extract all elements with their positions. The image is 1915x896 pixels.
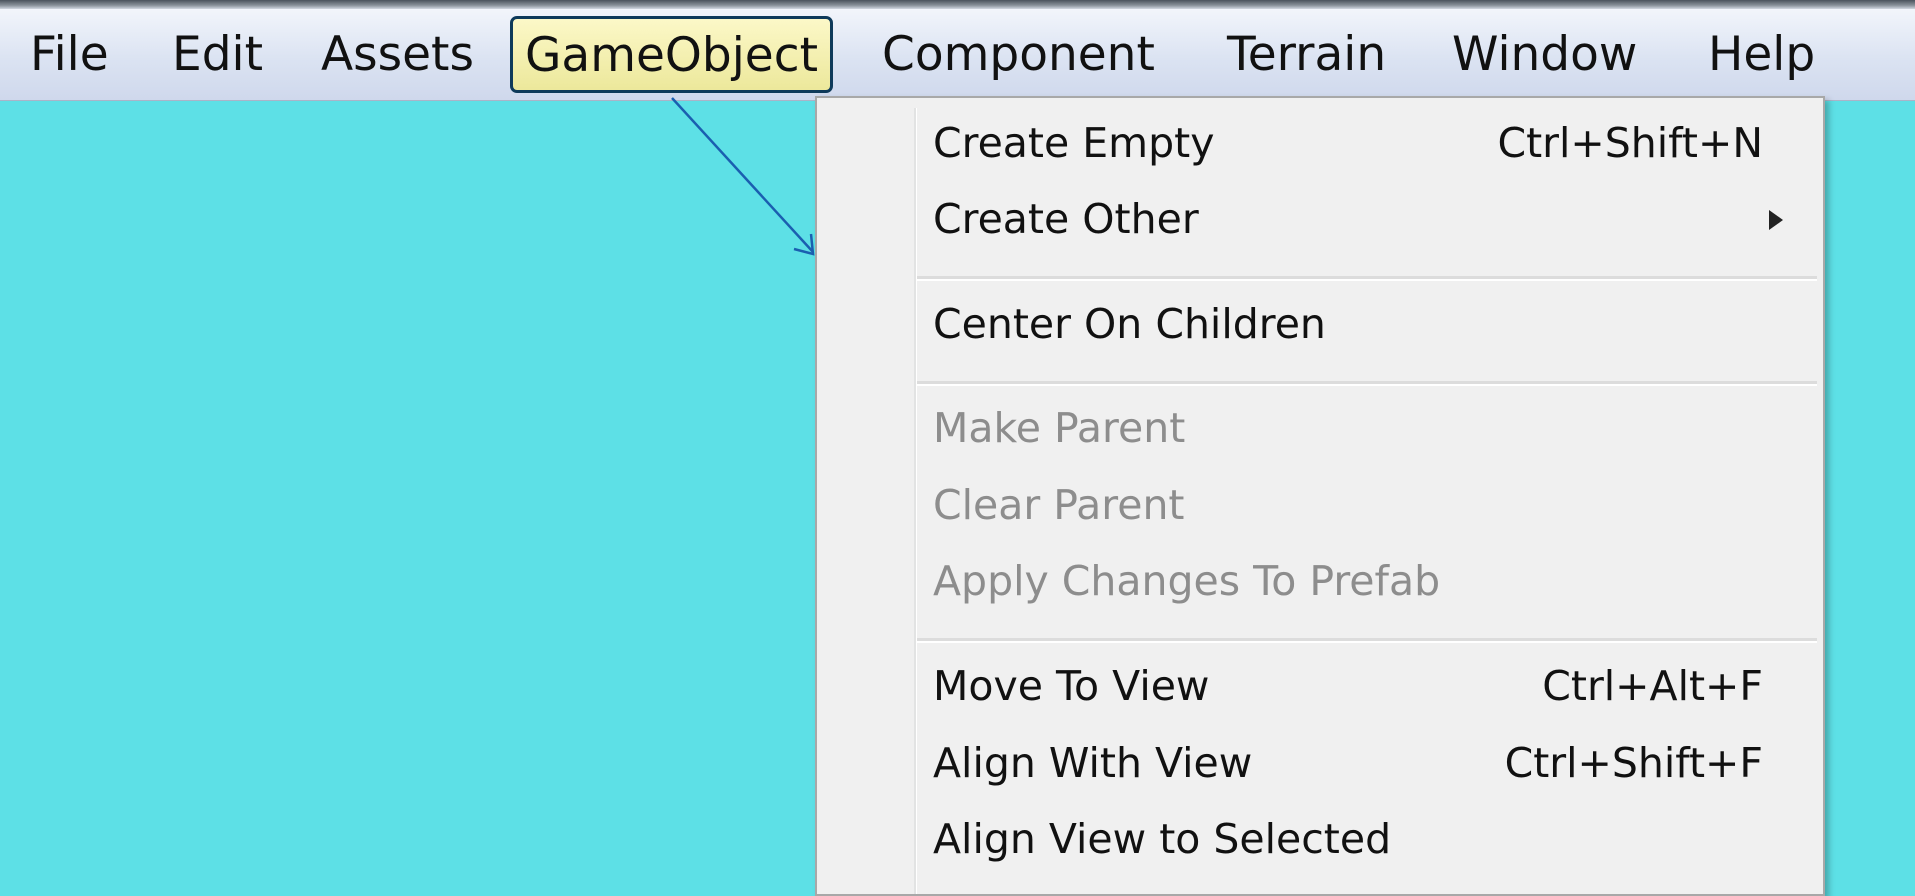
menu-assets[interactable]: Assets [321,9,474,100]
menu-item-apply-changes-to-prefab[interactable]: Apply Changes To Prefab [817,546,1823,616]
menu-item-create-other[interactable]: Create Other [817,184,1823,254]
menu-item-center-on-children[interactable]: Center On Children [817,289,1823,359]
menu-item-label: Make Parent [933,404,1186,452]
menu-item-make-parent[interactable]: Make Parent [817,393,1823,463]
menu-item-move-to-view[interactable]: Move To View Ctrl+Alt+F [817,651,1823,721]
menu-edit[interactable]: Edit [172,9,263,100]
window-title-strip [0,0,1915,9]
menu-item-align-view-to-selected[interactable]: Align View to Selected [817,804,1823,874]
menu-item-clear-parent[interactable]: Clear Parent [817,470,1823,540]
menu-item-label: Create Empty [933,119,1215,167]
menu-file[interactable]: File [30,9,109,100]
menu-bar: File Edit Assets GameObject Component Te… [0,9,1915,101]
menu-separator [917,276,1817,281]
menu-component[interactable]: Component [882,9,1155,100]
gameobject-dropdown-menu: Create Empty Ctrl+Shift+N Create Other C… [815,96,1825,896]
menu-item-shortcut: Ctrl+Alt+F [1542,662,1763,710]
menu-item-label: Align With View [933,739,1253,787]
menu-item-create-empty[interactable]: Create Empty Ctrl+Shift+N [817,108,1823,178]
menu-window[interactable]: Window [1452,9,1637,100]
menu-separator [917,381,1817,386]
menu-item-shortcut: Ctrl+Shift+F [1504,739,1763,787]
menu-item-label: Apply Changes To Prefab [933,557,1441,605]
submenu-arrow-icon [1769,210,1783,230]
menu-item-align-with-view[interactable]: Align With View Ctrl+Shift+F [817,728,1823,798]
menu-item-shortcut: Ctrl+Shift+N [1497,119,1763,167]
menu-gameobject[interactable]: GameObject [510,16,833,93]
menu-item-label: Move To View [933,662,1210,710]
menu-separator [917,638,1817,643]
menu-help[interactable]: Help [1708,9,1815,100]
menu-terrain[interactable]: Terrain [1227,9,1386,100]
menu-item-label: Center On Children [933,300,1326,348]
menu-item-label: Clear Parent [933,481,1185,529]
menu-item-label: Create Other [933,195,1199,243]
menu-item-label: Align View to Selected [933,815,1392,863]
